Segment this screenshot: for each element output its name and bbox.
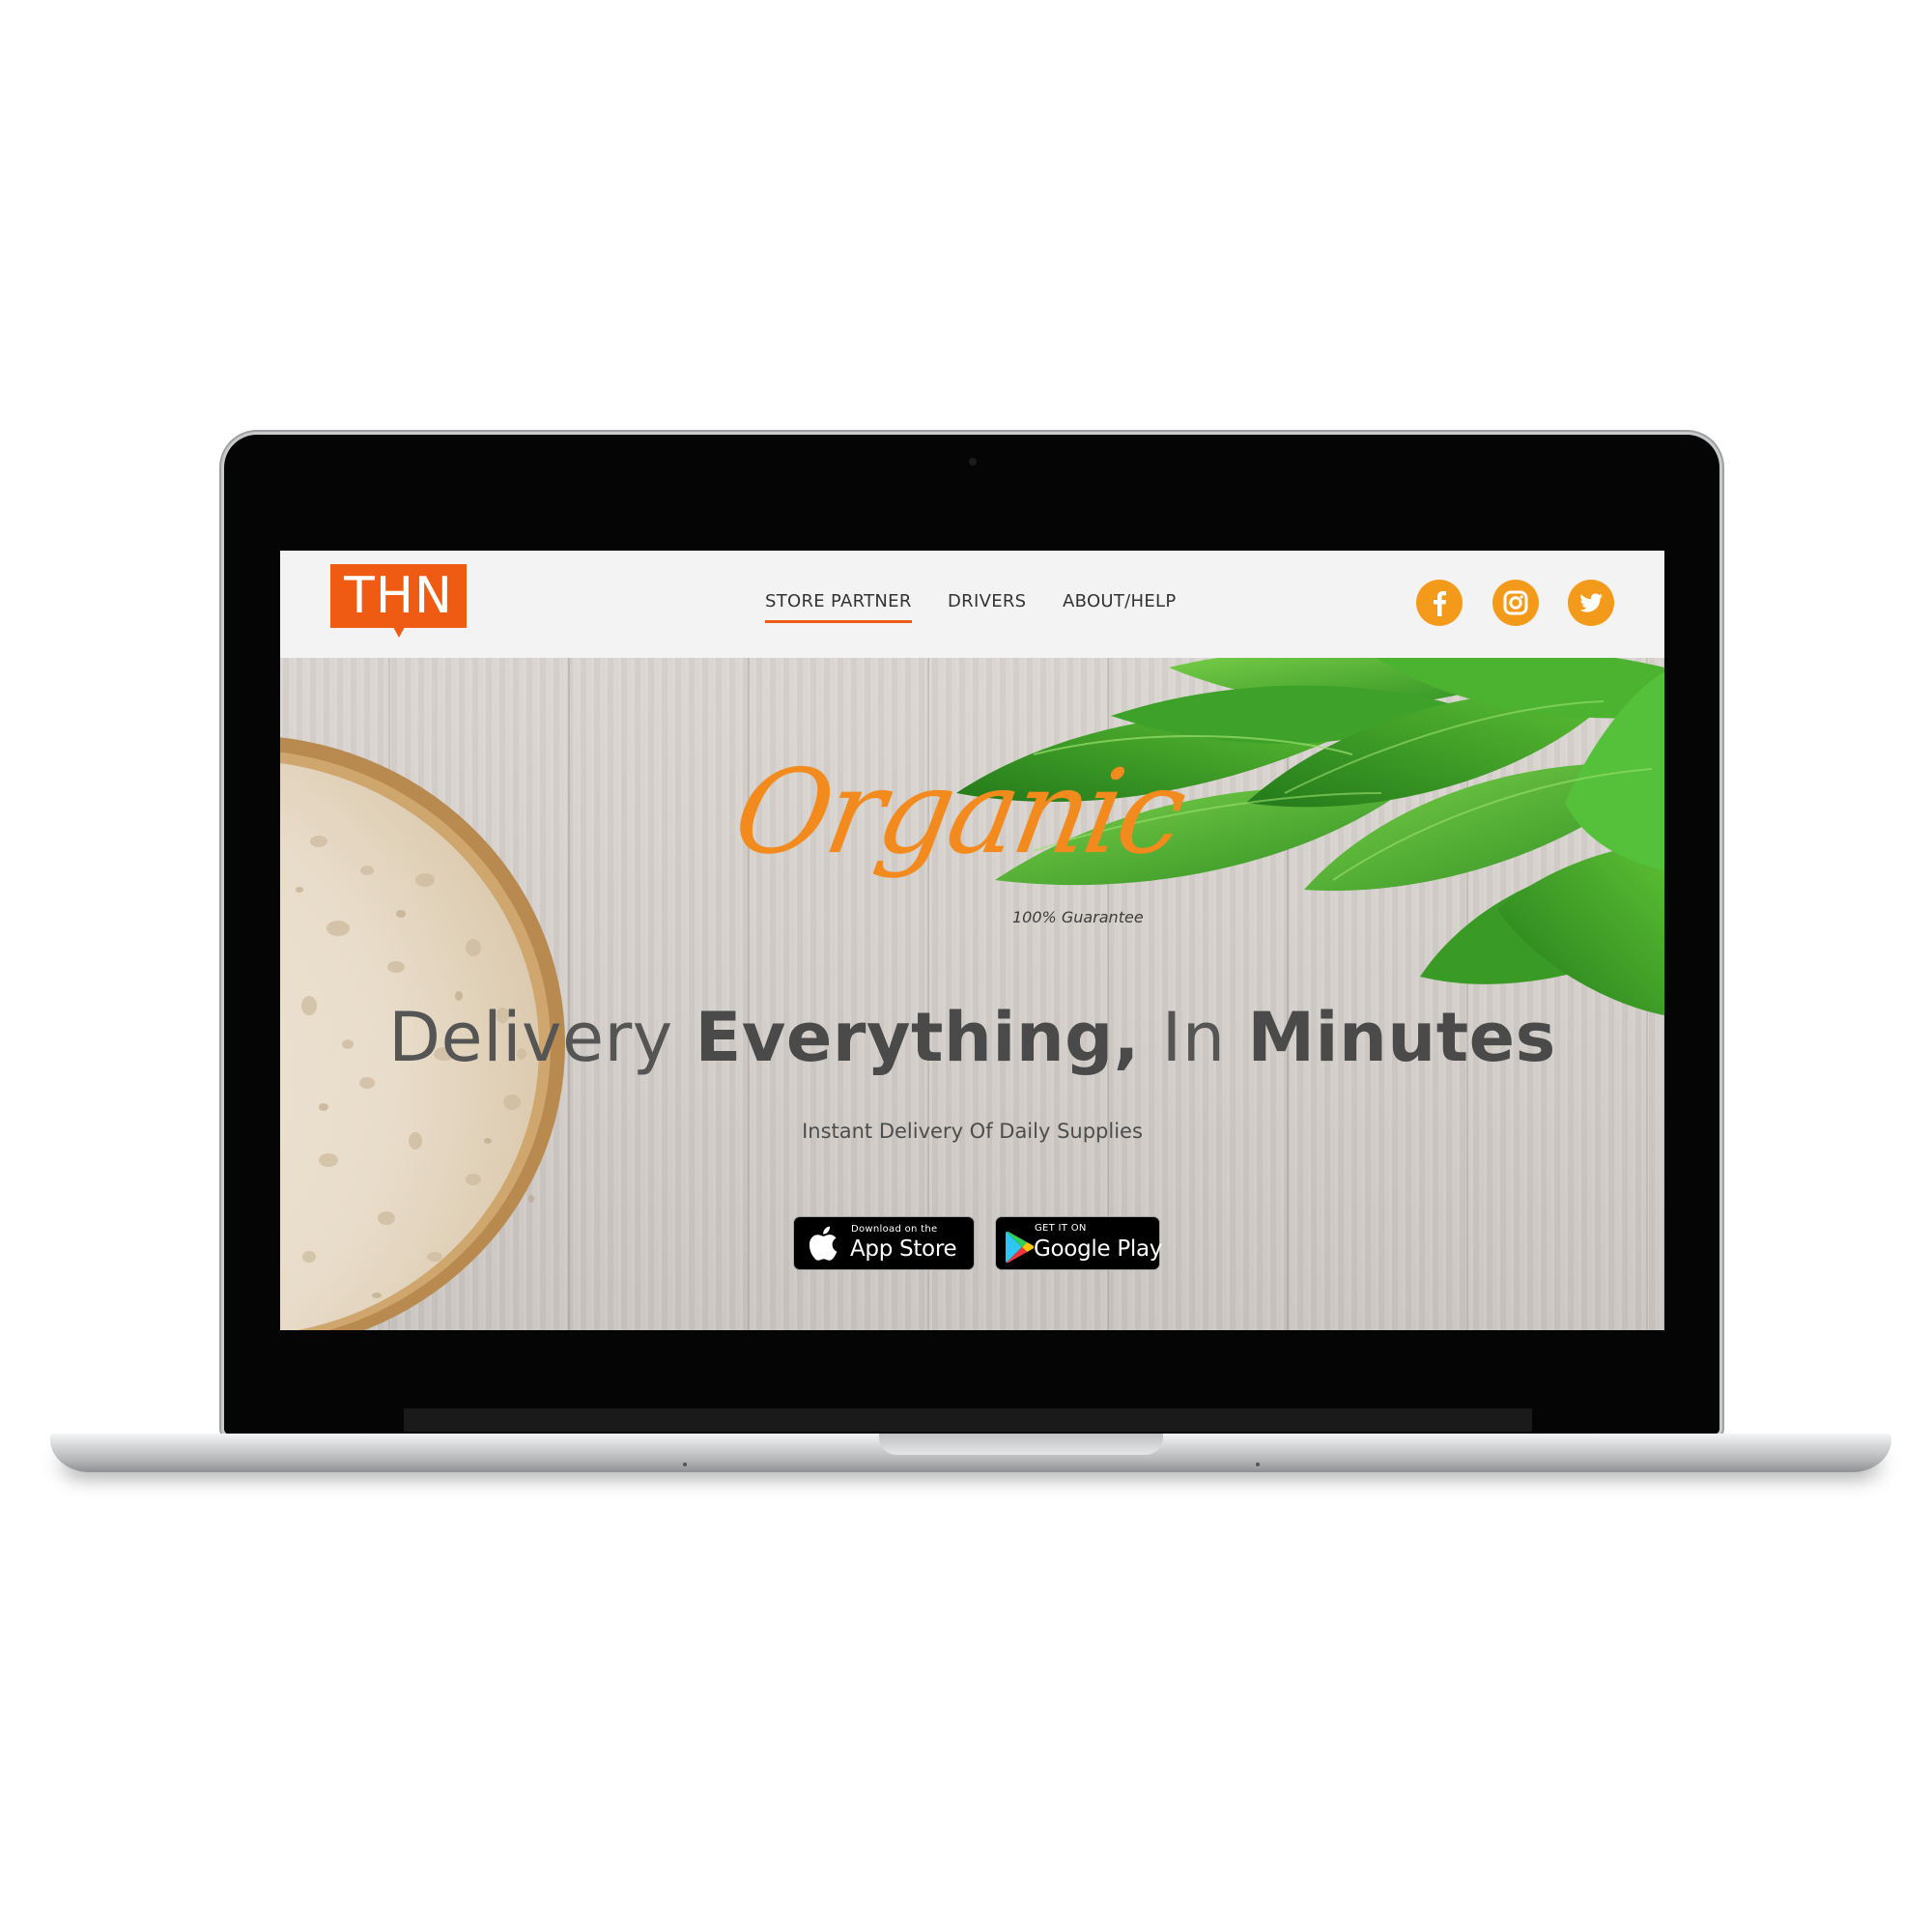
laptop-screen: THN STORE PARTNER DRIVERS ABOUT/HELP Org… <box>280 551 1664 1330</box>
hero-subheadline: Instant Delivery Of Daily Supplies <box>802 1120 1143 1143</box>
google-play-button[interactable]: GET IT ON Google Play <box>995 1216 1163 1270</box>
apple-icon <box>809 1226 838 1261</box>
nav-about-help[interactable]: ABOUT/HELP <box>1063 591 1177 611</box>
laptop-base <box>50 1434 1891 1472</box>
headline-part-in: In <box>1139 998 1248 1077</box>
nav-drivers[interactable]: DRIVERS <box>948 591 1026 611</box>
nav-store-partner[interactable]: STORE PARTNER <box>765 591 912 623</box>
facebook-button[interactable] <box>1416 580 1463 626</box>
laptop-hinge <box>404 1408 1532 1432</box>
app-store-button[interactable]: Download on the App Store <box>793 1216 975 1270</box>
headline-part-everything: Everything, <box>695 998 1140 1077</box>
hero-headline: Delivery Everything, In Minutes <box>280 998 1664 1077</box>
base-foot-left <box>683 1463 687 1466</box>
facebook-icon <box>1434 591 1447 616</box>
twitter-button[interactable] <box>1568 580 1614 626</box>
guarantee-tagline: 100% Guarantee <box>1012 908 1144 926</box>
base-foot-right <box>1256 1463 1260 1466</box>
google-play-small-text: GET IT ON <box>1035 1223 1087 1234</box>
app-store-big-text: App Store <box>850 1236 957 1262</box>
mockup-stage: THN STORE PARTNER DRIVERS ABOUT/HELP Org… <box>0 0 1932 1932</box>
headline-part-minutes: Minutes <box>1247 998 1556 1077</box>
headline-part-delivery: Delivery <box>388 998 696 1077</box>
instagram-button[interactable] <box>1492 580 1539 626</box>
laptop-opening-notch <box>879 1434 1163 1455</box>
google-play-icon <box>1006 1231 1035 1264</box>
app-store-small-text: Download on the <box>851 1224 938 1235</box>
google-play-big-text: Google Play <box>1034 1236 1163 1262</box>
instagram-icon <box>1503 590 1528 615</box>
organic-script-title: Organic <box>724 746 1192 880</box>
site-navbar: THN STORE PARTNER DRIVERS ABOUT/HELP <box>280 551 1664 658</box>
webcam <box>969 458 977 466</box>
hero-banner: Organic 100% Guarantee Delivery Everythi… <box>280 658 1664 1330</box>
twitter-icon <box>1579 593 1603 612</box>
